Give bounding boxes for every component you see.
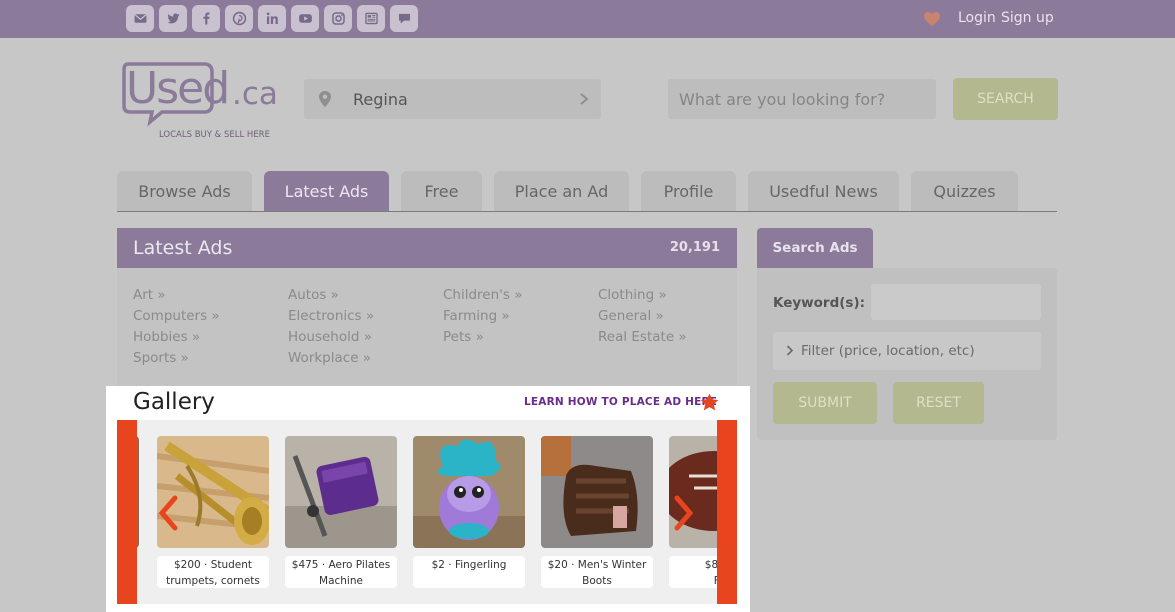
search-button[interactable]: SEARCH xyxy=(953,78,1058,120)
gallery-carousel[interactable]: $200 · Student trumpets, cornets $475 · … xyxy=(117,420,737,604)
signup-link[interactable]: Sign up xyxy=(1001,10,1054,26)
carousel-left-edge[interactable] xyxy=(117,420,137,604)
category-sports[interactable]: Sports » xyxy=(133,350,189,366)
place-ad-link[interactable]: LEARN HOW TO PLACE AD HERE xyxy=(524,396,717,408)
item-title-cont: Boots xyxy=(582,575,612,587)
nav-divider xyxy=(117,211,1057,212)
news-icon[interactable] xyxy=(357,5,385,32)
search-ads-tab[interactable]: Search Ads xyxy=(757,228,873,268)
social-links xyxy=(126,5,418,32)
twitter-icon[interactable] xyxy=(159,5,187,32)
category-general[interactable]: General » xyxy=(598,308,664,324)
category-workplace[interactable]: Workplace » xyxy=(288,350,371,366)
item-price-title: $200 · Student xyxy=(173,559,253,571)
tab-quizzes[interactable]: Quizzes xyxy=(911,171,1018,211)
category-clothing[interactable]: Clothing » xyxy=(598,287,667,303)
youtube-icon[interactable] xyxy=(291,5,319,32)
category-list: Art » Autos » Children's » Clothing » Co… xyxy=(117,268,737,388)
gallery-caption[interactable]: $200 · Student trumpets, cornets xyxy=(157,556,269,588)
chevron-right-icon xyxy=(786,345,794,356)
gallery-thumb-trumpet[interactable] xyxy=(157,436,269,548)
filter-toggle[interactable]: Filter (price, location, etc) xyxy=(773,332,1041,370)
location-selector[interactable]: Regina xyxy=(304,79,601,119)
category-real-estate[interactable]: Real Estate » xyxy=(598,329,687,345)
logo-text: Used xyxy=(126,63,228,114)
site-logo[interactable]: Used .ca LOCALS BUY & SELL HERE xyxy=(122,60,287,142)
top-bar: Login Sign up xyxy=(0,0,1175,38)
gallery-thumb-pilates[interactable] xyxy=(285,436,397,548)
latest-ads-header: Latest Ads 20,191 xyxy=(117,228,737,268)
tab-free[interactable]: Free xyxy=(401,171,482,211)
item-title-cont: Machine xyxy=(319,575,363,587)
item-price-title: $475 · Aero Pilates xyxy=(291,559,391,571)
pinterest-icon[interactable] xyxy=(225,5,253,32)
category-art[interactable]: Art » xyxy=(133,287,166,303)
chat-icon[interactable] xyxy=(390,5,418,32)
login-link[interactable]: Login xyxy=(958,10,996,26)
tab-browse-ads[interactable]: Browse Ads xyxy=(117,171,252,211)
search-input[interactable] xyxy=(668,79,936,119)
category-farming[interactable]: Farming » xyxy=(443,308,510,324)
category-hobbies[interactable]: Hobbies » xyxy=(133,329,200,345)
filter-label: Filter (price, location, etc) xyxy=(801,343,975,359)
carousel-right-edge[interactable] xyxy=(717,420,737,604)
category-electronics[interactable]: Electronics » xyxy=(288,308,374,324)
item-title-cont: trumpets, cornets xyxy=(166,575,260,587)
gallery-caption[interactable]: $20 · Men's Winter Boots xyxy=(541,556,653,588)
tab-place-an-ad[interactable]: Place an Ad xyxy=(494,171,629,211)
tab-usedful-news[interactable]: Usedful News xyxy=(748,171,899,211)
search-ads-panel: Keyword(s): Filter (price, location, etc… xyxy=(757,268,1057,440)
reset-button[interactable]: RESET xyxy=(893,382,984,424)
logo-suffix: .ca xyxy=(232,76,278,112)
category-autos[interactable]: Autos » xyxy=(288,287,339,303)
carousel-next-icon[interactable] xyxy=(673,495,695,531)
gallery-caption[interactable]: $2 · Fingerling xyxy=(413,556,525,588)
tab-profile[interactable]: Profile xyxy=(641,171,736,211)
submit-button[interactable]: SUBMIT xyxy=(773,382,877,424)
gallery-panel: Gallery LEARN HOW TO PLACE AD HERE $200 … xyxy=(106,386,750,612)
item-price-title: $2 · Fingerling xyxy=(431,559,507,571)
location-pin-icon xyxy=(319,91,331,107)
gallery-title: Gallery xyxy=(133,389,215,415)
category-pets[interactable]: Pets » xyxy=(443,329,484,345)
logo-tagline: LOCALS BUY & SELL HERE xyxy=(159,130,270,140)
category-childrens[interactable]: Children's » xyxy=(443,287,522,303)
chevron-right-icon xyxy=(580,93,589,105)
linkedin-icon[interactable] xyxy=(258,5,286,32)
facebook-icon[interactable] xyxy=(192,5,220,32)
star-icon xyxy=(700,393,719,411)
gallery-caption[interactable]: $475 · Aero Pilates Machine xyxy=(285,556,397,588)
item-price-title: $20 · Men's Winter xyxy=(547,559,647,571)
carousel-prev-icon[interactable] xyxy=(157,495,179,531)
keyword-input[interactable] xyxy=(871,284,1041,320)
gallery-thumb-boots[interactable] xyxy=(541,436,653,548)
email-icon[interactable] xyxy=(126,5,154,32)
latest-ads-count: 20,191 xyxy=(669,240,720,255)
gallery-thumb-fingerling[interactable] xyxy=(413,436,525,548)
location-text: Regina xyxy=(353,90,408,109)
heart-icon[interactable] xyxy=(922,9,942,29)
instagram-icon[interactable] xyxy=(324,5,352,32)
tab-latest-ads[interactable]: Latest Ads xyxy=(264,171,389,211)
latest-ads-title: Latest Ads xyxy=(133,237,233,259)
keyword-label: Keyword(s): xyxy=(773,295,866,311)
category-computers[interactable]: Computers » xyxy=(133,308,220,324)
category-household[interactable]: Household » xyxy=(288,329,372,345)
